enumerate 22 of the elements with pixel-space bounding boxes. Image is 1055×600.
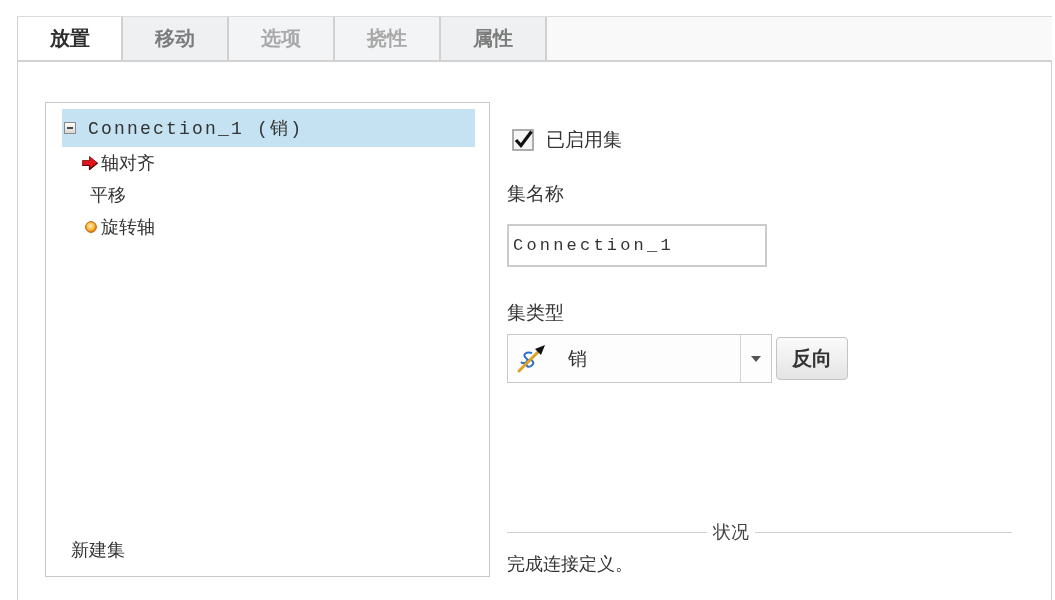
checkbox-label: 已启用集 bbox=[546, 127, 622, 152]
field-label: 集类型 bbox=[507, 300, 564, 325]
tree-item[interactable]: Connection_1 (销) bbox=[62, 109, 475, 147]
status-title: 状况 bbox=[712, 520, 750, 544]
tree-item[interactable]: 平移 bbox=[62, 179, 475, 211]
field-label: 集名称 bbox=[507, 181, 564, 206]
tab[interactable]: 放置 bbox=[17, 17, 123, 60]
input-field[interactable]: Connection_1 bbox=[507, 224, 767, 267]
circle-bullet-icon bbox=[85, 221, 97, 233]
status-message: 完成连接定义。 bbox=[507, 552, 634, 576]
spring-arrow-icon bbox=[516, 343, 546, 374]
right-arrow-icon bbox=[82, 156, 98, 170]
reverse-button[interactable]: 反向 bbox=[776, 337, 848, 380]
new-set-item[interactable]: 新建集 bbox=[71, 538, 125, 562]
checkbox[interactable] bbox=[512, 129, 534, 151]
minus-box-icon[interactable] bbox=[64, 122, 76, 134]
tab[interactable]: 属性 bbox=[441, 17, 547, 60]
tab[interactable]: 移动 bbox=[123, 17, 229, 60]
tree-item[interactable]: 旋转轴 bbox=[62, 211, 475, 243]
tree-item[interactable]: 轴对齐 bbox=[62, 147, 475, 179]
type-dropdown[interactable]: 销 bbox=[507, 334, 772, 383]
caret-icon bbox=[751, 355, 761, 362]
